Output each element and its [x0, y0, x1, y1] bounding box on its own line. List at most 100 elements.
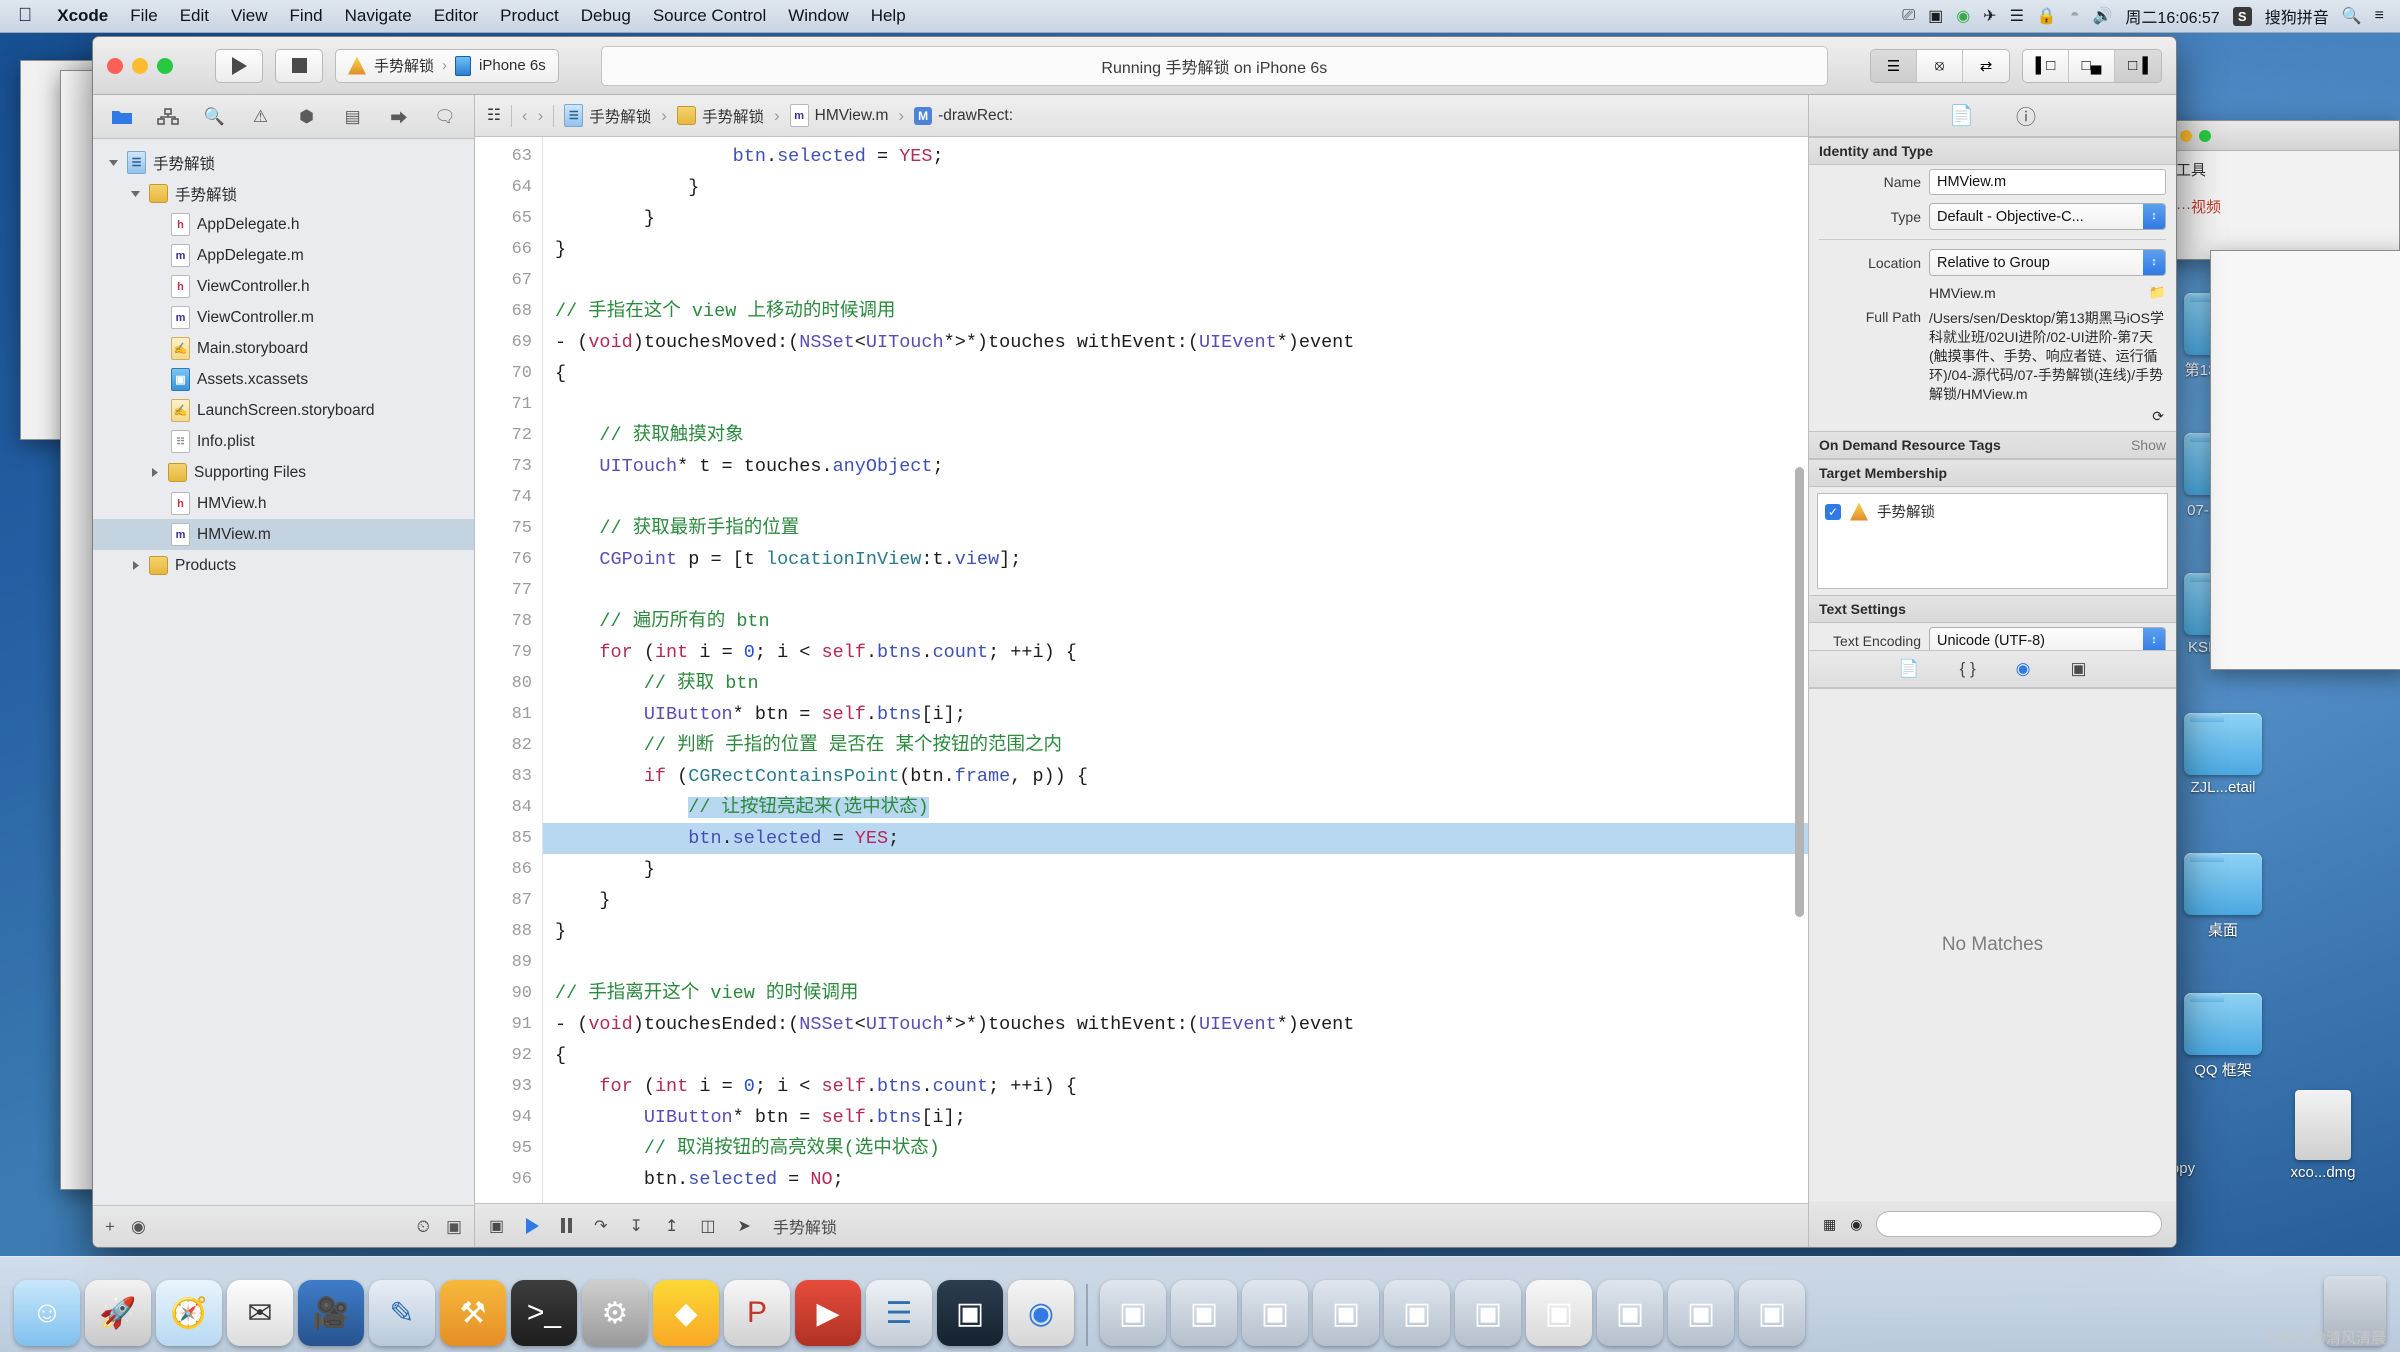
twisty-closed-icon[interactable] [129, 559, 142, 572]
background-window[interactable]: 发工具 未···视频 [2150, 120, 2400, 260]
input-method-label[interactable]: 搜狗拼音 [2265, 4, 2329, 28]
source-code[interactable]: btn.selected = YES; } }} // 手指在这个 view 上… [543, 137, 1808, 1203]
window-minimized-icon[interactable]: ▣ [1100, 1280, 1166, 1346]
desktop-file[interactable]: xco...dmg [2280, 1090, 2366, 1181]
continue-icon[interactable] [526, 1217, 540, 1234]
tree-row-file[interactable]: m AppDelegate.m [93, 240, 474, 271]
window-minimized-icon[interactable]: ▣ [1242, 1280, 1308, 1346]
location-popup[interactable]: Relative to Group ↕ [1929, 249, 2166, 276]
menu-file[interactable]: File [119, 6, 168, 26]
code-line[interactable]: // 遍历所有的 btn [543, 606, 1808, 637]
window-minimized-icon[interactable]: ▣ [1384, 1280, 1450, 1346]
code-line[interactable]: UIButton* btn = self.btns[i]; [543, 1102, 1808, 1133]
view-hierarchy-icon[interactable]: ◫ [700, 1216, 715, 1236]
code-line[interactable]: // 手指在这个 view 上移动的时候调用 [543, 296, 1808, 327]
desktop-folder[interactable]: ZJL...etail [2180, 713, 2266, 796]
pycharm-icon[interactable]: P [724, 1280, 790, 1346]
scheme-selector[interactable]: 手势解锁 › iPhone 6s [335, 48, 559, 83]
test-navigator-icon[interactable]: ⬢ [284, 101, 330, 133]
bluetooth-icon[interactable]: ☰ [2010, 6, 2024, 26]
menu-window[interactable]: Window [777, 6, 859, 26]
code-editor[interactable]: 63 64 65 66 67 68 69 70 71 72 73 74 75 76 77 78 79 80 81 82… [475, 137, 1808, 1203]
sketch-icon[interactable]: ✎ [369, 1280, 435, 1346]
volume-icon[interactable]: 🔊 [2093, 6, 2113, 26]
code-line[interactable]: { [543, 1040, 1808, 1071]
menu-editor[interactable]: Editor [423, 6, 489, 26]
inspector-content[interactable]: Identity and Type Name HMView.m Type Def… [1809, 137, 2176, 650]
encoding-popup[interactable]: Unicode (UTF-8) ↕ [1929, 627, 2166, 650]
hide-navigator-icon[interactable]: ▌□ [2023, 49, 2069, 82]
play-circle-icon[interactable]: ◉ [1956, 6, 1970, 26]
editor-mode-segmented[interactable]: ☰ ⦻ ⇄ [1870, 48, 2010, 83]
menubar-clock[interactable]: 周二16:06:57 [2125, 4, 2219, 28]
tree-row-group[interactable]: Supporting Files [93, 457, 474, 488]
sketch2-icon[interactable]: ◆ [653, 1280, 719, 1346]
system-preferences-icon[interactable]: ⚙ [582, 1280, 648, 1346]
chrome-icon[interactable]: ◉ [1008, 1280, 1074, 1346]
tree-row-file[interactable]: h HMView.h [93, 488, 474, 519]
window-minimized-icon[interactable]: ▣ [1668, 1280, 1734, 1346]
control-center-icon[interactable]: ≡ [2375, 7, 2384, 25]
apple-icon[interactable]:  [0, 5, 46, 27]
filter-icon[interactable]: ◉ [1850, 1216, 1862, 1233]
code-line[interactable]: CGPoint p = [t locationInView:t.view]; [543, 544, 1808, 575]
code-line[interactable]: } [543, 885, 1808, 916]
breadcrumb-project[interactable]: ☰ 手势解锁 [564, 104, 651, 127]
grid-icon[interactable]: ▦ [1823, 1216, 1836, 1233]
code-line[interactable]: UITouch* t = touches.anyObject; [543, 451, 1808, 482]
twisty-open-icon[interactable] [107, 156, 120, 169]
code-line[interactable]: } [543, 854, 1808, 885]
code-line[interactable]: } [543, 916, 1808, 947]
video-icon[interactable]: ▶ [795, 1280, 861, 1346]
code-line[interactable]: - (void)touchesMoved:(NSSet<UITouch*>*)t… [543, 327, 1808, 358]
vertical-scrollbar[interactable] [1795, 467, 1804, 917]
menu-product[interactable]: Product [489, 6, 570, 26]
code-line[interactable]: btn.selected = YES; [543, 141, 1808, 172]
tree-row-file-selected[interactable]: m HMView.m [93, 519, 474, 550]
debug-area-icon[interactable]: ▣ [489, 1216, 504, 1236]
name-field[interactable]: HMView.m [1929, 169, 2166, 195]
library-search-input[interactable] [1876, 1211, 2162, 1237]
code-line[interactable]: btn.selected = YES; [543, 823, 1808, 854]
zoom-icon[interactable] [157, 57, 173, 74]
step-over-icon[interactable]: ↷ [594, 1216, 607, 1236]
tree-row-file[interactable]: ✍ LaunchScreen.storyboard [93, 395, 474, 426]
code-line[interactable]: for (int i = 0; i < self.btns.count; ++i… [543, 637, 1808, 668]
screen-record-icon[interactable]: ▣ [1928, 6, 1943, 26]
lock-icon[interactable]: 🔒 [2037, 6, 2057, 26]
photos-icon[interactable]: 🎥 [298, 1280, 364, 1346]
tree-row-file[interactable]: h ViewController.h [93, 271, 474, 302]
issue-navigator-icon[interactable]: ⚠ [237, 101, 283, 133]
code-line[interactable]: // 获取最新手指的位置 [543, 513, 1808, 544]
tree-row-file[interactable]: ☷ Info.plist [93, 426, 474, 457]
code-line[interactable] [543, 575, 1808, 606]
code-line[interactable] [543, 482, 1808, 513]
menu-view[interactable]: View [220, 6, 279, 26]
tree-row-file[interactable]: h AppDelegate.h [93, 209, 474, 240]
background-window-2[interactable] [2210, 250, 2400, 670]
location-icon[interactable]: ➤ [737, 1216, 750, 1236]
code-line[interactable]: UIButton* btn = self.btns[i]; [543, 699, 1808, 730]
type-popup[interactable]: Default - Objective-C... ↕ [1929, 203, 2166, 230]
code-line[interactable]: } [543, 203, 1808, 234]
wifi-icon[interactable]: ◓ [2070, 7, 2080, 25]
add-icon[interactable]: + [105, 1217, 115, 1237]
chevron-left-icon[interactable]: ‹ [522, 106, 528, 126]
hide-utilities-icon[interactable]: □▐ [2115, 49, 2161, 82]
recent-files-icon[interactable]: ⏲ [417, 1217, 430, 1237]
step-out-icon[interactable]: ↥ [665, 1216, 678, 1236]
project-navigator-icon[interactable] [99, 101, 145, 133]
tree-row-project[interactable]: ☰ 手势解锁 [93, 147, 474, 178]
reveal-in-finder-icon[interactable]: ⟳ [1809, 408, 2176, 431]
chevron-right-icon[interactable]: › [538, 106, 544, 126]
code-line[interactable] [543, 389, 1808, 420]
code-line[interactable]: // 判断 手指的位置 是否在 某个按钮的范围之内 [543, 730, 1808, 761]
notes-icon[interactable]: ☰ [866, 1280, 932, 1346]
code-line[interactable]: // 取消按钮的高亮效果(选中状态) [543, 1133, 1808, 1164]
code-line[interactable]: btn.selected = NO; [543, 1164, 1808, 1195]
close-icon[interactable] [107, 57, 123, 74]
desktop-folder[interactable]: 桌面 [2180, 853, 2266, 940]
code-snippet-library-icon[interactable]: { } [1960, 659, 1976, 679]
menu-source-control[interactable]: Source Control [642, 6, 777, 26]
safari-icon[interactable]: 🧭 [156, 1280, 222, 1346]
